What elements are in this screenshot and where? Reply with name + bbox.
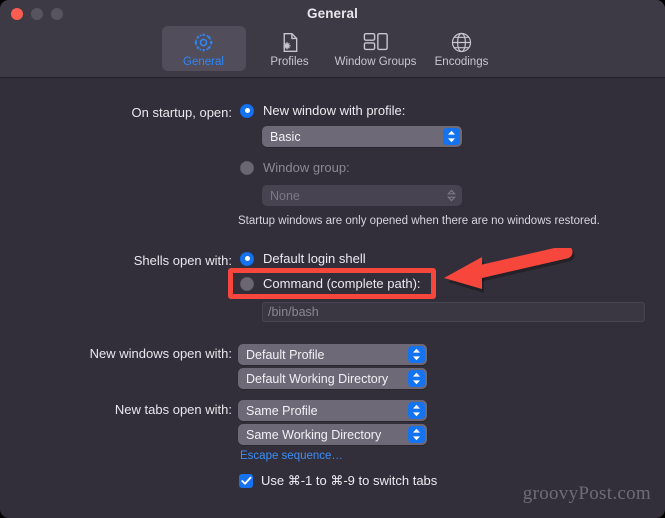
chevron-updown-icon (408, 402, 425, 419)
radio-window-group-indicator (240, 160, 254, 175)
escape-sequence-link[interactable]: Escape sequence… (240, 450, 343, 462)
chevron-updown-icon (443, 187, 460, 204)
checkbox-indicator (239, 474, 253, 488)
startup-profile-value: Basic (270, 129, 301, 144)
document-gear-icon (278, 30, 301, 55)
radio-new-window-indicator (240, 103, 254, 118)
gear-icon (192, 30, 215, 55)
new-tabs-directory-value: Same Working Directory (246, 427, 382, 442)
tab-general-label: General (183, 56, 224, 68)
window-group-select[interactable]: None (262, 185, 462, 206)
tab-window-groups-label: Window Groups (334, 56, 417, 68)
chevron-updown-icon (408, 426, 425, 443)
globe-icon (450, 30, 473, 55)
toolbar-tabs: General Profiles Window Groups Encodings (0, 26, 665, 71)
new-tabs-open-with-label: New tabs open with: (114, 402, 232, 417)
tab-window-groups[interactable]: Window Groups (334, 26, 418, 71)
tab-encodings[interactable]: Encodings (420, 26, 504, 71)
radio-new-window-label: New window with profile: (263, 103, 406, 118)
chevron-updown-icon (443, 128, 460, 145)
tab-encodings-label: Encodings (434, 56, 489, 68)
preferences-body: On startup, open: New window with profil… (0, 78, 665, 518)
chevron-updown-icon (408, 346, 425, 363)
radio-default-login-shell[interactable]: Default login shell (240, 251, 366, 266)
window-title: General (307, 6, 358, 21)
radio-command-indicator (240, 276, 254, 291)
shells-open-with-label: Shells open with: (133, 253, 232, 268)
chevron-updown-icon (408, 370, 425, 387)
window-group-value: None (270, 188, 300, 203)
radio-window-group[interactable]: Window group: (240, 160, 350, 175)
watermark: groovyPost.com (522, 483, 651, 504)
radio-command-complete-path[interactable]: Command (complete path): (240, 276, 421, 291)
new-windows-directory-value: Default Working Directory (246, 371, 389, 386)
radio-command-label: Command (complete path): (263, 276, 421, 291)
tab-general[interactable]: General (161, 26, 246, 71)
switch-tabs-checkbox-label: Use ⌘-1 to ⌘-9 to switch tabs (261, 473, 438, 488)
command-path-value: /bin/bash (268, 305, 319, 319)
on-startup-label: On startup, open: (131, 105, 232, 120)
new-windows-profile-value: Default Profile (246, 347, 325, 362)
radio-default-shell-label: Default login shell (263, 251, 366, 266)
startup-profile-select[interactable]: Basic (262, 126, 462, 147)
new-windows-profile-select[interactable]: Default Profile (238, 344, 427, 365)
new-windows-directory-select[interactable]: Default Working Directory (238, 368, 427, 389)
window-groups-icon (363, 30, 389, 55)
new-tabs-directory-select[interactable]: Same Working Directory (238, 424, 427, 445)
new-windows-open-with-label: New windows open with: (89, 346, 232, 361)
radio-new-window-with-profile[interactable]: New window with profile: (240, 103, 405, 118)
command-path-input[interactable]: /bin/bash (262, 302, 645, 322)
tab-profiles-label: Profiles (270, 56, 309, 68)
radio-default-shell-indicator (240, 251, 254, 266)
new-tabs-profile-value: Same Profile (246, 403, 318, 418)
new-tabs-profile-select[interactable]: Same Profile (238, 400, 427, 421)
radio-window-group-label: Window group: (263, 160, 350, 175)
tab-profiles[interactable]: Profiles (248, 26, 332, 71)
startup-note: Startup windows are only opened when the… (238, 215, 600, 227)
switch-tabs-checkbox[interactable]: Use ⌘-1 to ⌘-9 to switch tabs (239, 473, 437, 489)
preferences-window: General General Profiles Window Groups E… (0, 0, 665, 518)
window-toolbar: General General Profiles Window Groups E… (0, 0, 665, 78)
